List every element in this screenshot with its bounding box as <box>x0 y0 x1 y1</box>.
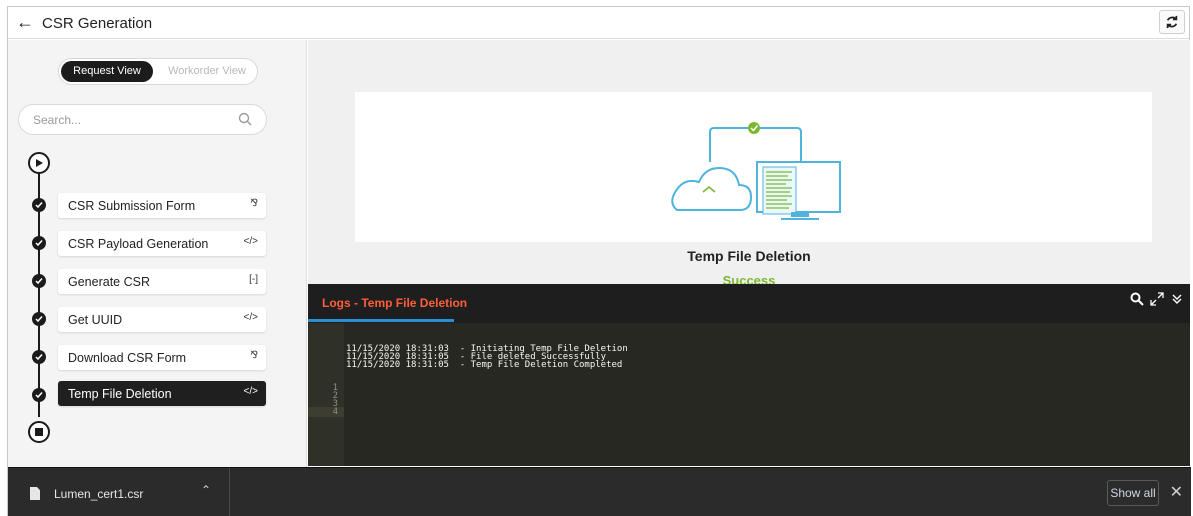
step-label: CSR Submission Form <box>68 199 196 213</box>
step-check-icon <box>32 236 46 250</box>
search-icon[interactable] <box>1130 292 1144 306</box>
cloud-transfer-illustration <box>671 122 841 220</box>
request-view-tab[interactable]: Request View <box>61 61 153 82</box>
line-number-gutter: 1 2 3 4 <box>308 323 344 466</box>
refresh-button[interactable] <box>1159 10 1185 34</box>
search-box <box>18 104 267 135</box>
workorder-view-tab[interactable]: Workorder View <box>159 61 255 82</box>
step-download-csr-form[interactable]: Download CSR Form ⅋ <box>58 345 266 370</box>
step-get-uuid[interactable]: Get UUID </> <box>58 307 266 332</box>
step-generate-csr[interactable]: Generate CSR [-] <box>58 269 266 294</box>
back-arrow-icon[interactable]: ← <box>16 11 34 33</box>
step-label: Download CSR Form <box>68 351 187 365</box>
logs-panel: Logs - Temp File Deletion 1 2 3 4 11/15/… <box>308 284 1190 466</box>
end-node[interactable] <box>28 421 50 443</box>
expand-icon[interactable] <box>1150 292 1164 306</box>
logs-tab-underline <box>308 319 454 322</box>
step-label: CSR Payload Generation <box>68 237 209 251</box>
step-csr-payload-generation[interactable]: CSR Payload Generation </> <box>58 231 266 256</box>
search-input[interactable] <box>33 111 223 129</box>
view-toggle: Request View Workorder View <box>58 58 258 85</box>
step-temp-file-deletion[interactable]: Temp File Deletion </> <box>58 381 266 406</box>
chevron-up-icon[interactable]: ⌃ <box>201 483 211 497</box>
header: ← CSR Generation <box>8 7 1189 39</box>
start-node[interactable] <box>28 152 50 174</box>
step-label: Generate CSR <box>68 275 150 289</box>
step-label: Get UUID <box>68 313 123 327</box>
step-check-icon <box>32 198 46 212</box>
code-icon: </> <box>243 236 258 247</box>
file-icon <box>30 487 40 500</box>
logs-title[interactable]: Logs - Temp File Deletion <box>322 296 467 310</box>
log-line[interactable]: 11/15/2020 18:31:05 - Temp File Deletion… <box>346 360 622 370</box>
download-bar: Lumen_cert1.csr ⌃ Show all ✕ <box>8 467 1191 516</box>
workflow-sidebar: Request View Workorder View CSR Submissi… <box>8 40 307 467</box>
download-file-name: Lumen_cert1.csr <box>54 487 144 501</box>
bracket-icon: [-] <box>249 274 258 285</box>
logs-toolbar <box>1130 292 1184 306</box>
download-item[interactable]: Lumen_cert1.csr ⌃ <box>8 468 230 516</box>
node-detail-panel: Temp File Deletion Success <box>308 40 1190 288</box>
node-illustration-card <box>355 92 1152 242</box>
step-check-icon <box>32 388 46 402</box>
code-icon: </> <box>243 312 258 323</box>
app-window: ← CSR Generation Request View Workorder … <box>7 6 1191 516</box>
stop-icon <box>35 428 43 436</box>
user-icon: ⅋ <box>250 350 258 361</box>
step-check-icon <box>32 274 46 288</box>
step-csr-submission-form[interactable]: CSR Submission Form ⅋ <box>58 193 266 218</box>
user-icon: ⅋ <box>250 198 258 209</box>
play-icon <box>36 159 43 167</box>
step-check-icon <box>32 312 46 326</box>
line-number: 4 <box>332 407 338 417</box>
step-label: Temp File Deletion <box>68 387 172 401</box>
collapse-chevron-icon[interactable] <box>1170 292 1184 306</box>
page-title: CSR Generation <box>42 15 153 32</box>
node-title: Temp File Deletion <box>687 248 811 264</box>
refresh-icon <box>1166 15 1178 29</box>
logs-header: Logs - Temp File Deletion <box>308 284 1190 323</box>
close-icon[interactable]: ✕ <box>1170 482 1183 502</box>
search-icon[interactable] <box>238 112 252 126</box>
step-check-icon <box>32 350 46 364</box>
code-icon: </> <box>243 386 258 397</box>
show-all-button[interactable]: Show all <box>1107 480 1159 506</box>
